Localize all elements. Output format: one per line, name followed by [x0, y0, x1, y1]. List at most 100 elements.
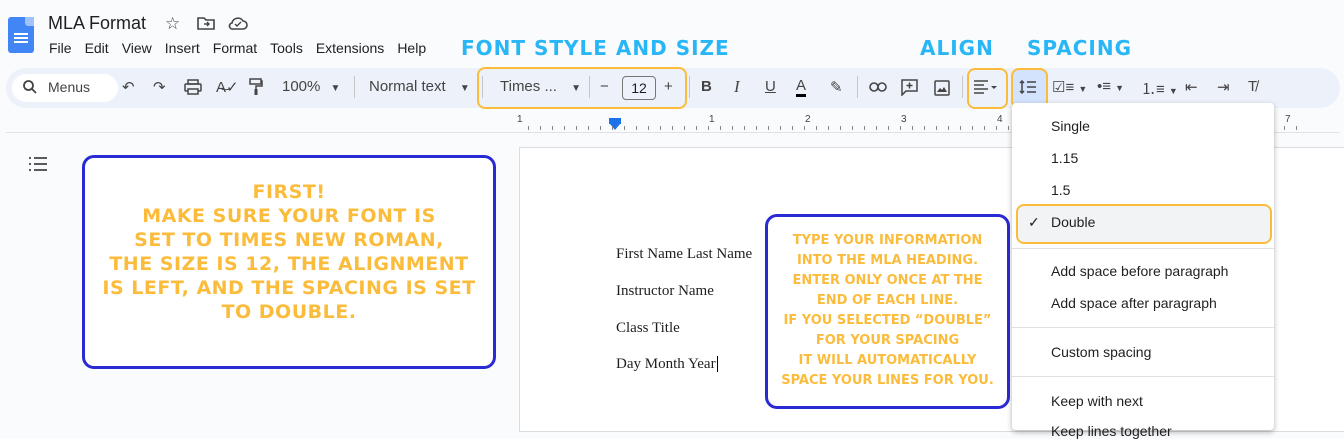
heading-class[interactable]: Class Title	[616, 320, 680, 337]
ruler-tick	[768, 126, 769, 130]
heading-instructor[interactable]: Instructor Name	[616, 283, 714, 300]
insert-link-icon[interactable]	[869, 80, 887, 97]
bulleted-list-icon[interactable]: •≡ ▼	[1097, 78, 1124, 95]
ruler-tick	[600, 126, 601, 130]
ruler-tick	[816, 126, 817, 130]
ruler-tick	[732, 126, 733, 130]
increase-font-size-button[interactable]: +	[664, 78, 673, 95]
checkmark-icon: ✓	[1028, 214, 1040, 230]
underline-button[interactable]: U	[765, 78, 776, 95]
toolbar-divider	[962, 76, 963, 98]
ruler-tick	[840, 126, 841, 130]
ruler-tick	[960, 126, 961, 130]
spacing-single-option[interactable]: Single	[1051, 118, 1090, 134]
toolbar-divider	[589, 76, 590, 98]
ruler-tick	[936, 126, 937, 130]
cloud-saved-icon[interactable]	[228, 15, 248, 35]
star-icon[interactable]: ☆	[165, 14, 180, 34]
callout-line: TYPE YOUR INFORMATION	[792, 233, 983, 248]
bold-button[interactable]: B	[701, 78, 712, 95]
undo-icon[interactable]: ↶	[122, 78, 135, 96]
clear-formatting-icon[interactable]: T̸	[1248, 78, 1257, 95]
ruler-tick	[900, 126, 901, 130]
docs-logo-icon[interactable]	[8, 17, 34, 53]
ruler-tick	[588, 126, 589, 130]
italic-button[interactable]: I	[734, 77, 740, 97]
add-space-before-option[interactable]: Add space before paragraph	[1051, 263, 1228, 279]
ruler-tick	[624, 126, 625, 130]
line-spacing-menu: Single 1.15 1.5 ✓ Double Add space befor…	[1012, 103, 1274, 439]
menu-divider	[1012, 327, 1274, 328]
menu-tools[interactable]: Tools	[270, 40, 303, 56]
callout-line: IT WILL AUTOMATICALLY	[798, 353, 977, 368]
decrease-font-size-button[interactable]: −	[600, 78, 609, 95]
callout-line: INTO THE MLA HEADING.	[796, 253, 979, 268]
add-space-after-option[interactable]: Add space after paragraph	[1051, 295, 1217, 311]
menu-view[interactable]: View	[122, 40, 152, 56]
ruler-tick	[576, 126, 577, 130]
ruler-tick	[636, 126, 637, 130]
callout-line: IF YOU SELECTED “DOUBLE”	[783, 313, 992, 328]
callout-line: MAKE SURE YOUR FONT IS	[142, 205, 436, 227]
ruler-tick	[780, 126, 781, 130]
numbered-list-icon[interactable]: ⒈≡ ▼	[1141, 78, 1178, 99]
ruler-tick	[1296, 126, 1297, 130]
outline-icon[interactable]	[28, 156, 48, 177]
ruler-tick	[648, 126, 649, 130]
insert-image-icon[interactable]	[934, 80, 950, 100]
instructions-callout: FIRST! MAKE SURE YOUR FONT IS SET TO TIM…	[82, 155, 496, 369]
font-size-input[interactable]: 12	[622, 76, 656, 100]
style-select[interactable]: Normal text ▼	[369, 78, 470, 95]
align-left-icon[interactable]	[973, 80, 999, 98]
font-select[interactable]: Times ... ▼	[500, 78, 581, 95]
ruler-tick	[1008, 126, 1009, 130]
menu-help[interactable]: Help	[397, 40, 426, 56]
ruler-tick	[696, 126, 697, 130]
document-title[interactable]: MLA Format	[48, 13, 146, 34]
heading-instructions-callout: TYPE YOUR INFORMATION INTO THE MLA HEADI…	[765, 214, 1010, 409]
callout-line: END OF EACH LINE.	[816, 293, 959, 308]
menu-insert[interactable]: Insert	[165, 40, 200, 56]
print-icon[interactable]	[184, 79, 202, 99]
insert-comment-icon[interactable]	[901, 79, 918, 100]
heading-name[interactable]: First Name Last Name	[616, 246, 752, 263]
keep-lines-together-option[interactable]: Keep lines together	[1051, 423, 1172, 439]
text-color-button[interactable]: A	[796, 78, 807, 97]
menu-edit[interactable]: Edit	[85, 40, 109, 56]
keep-with-next-option[interactable]: Keep with next	[1051, 393, 1143, 409]
checklist-icon[interactable]: ☑≡ ▼	[1052, 78, 1087, 96]
ruler-tick	[684, 126, 685, 130]
redo-icon[interactable]: ↷	[153, 78, 166, 96]
ruler-tick	[528, 126, 529, 130]
custom-spacing-option[interactable]: Custom spacing	[1051, 344, 1151, 360]
menu-format[interactable]: Format	[213, 40, 257, 56]
spacing-15-option[interactable]: 1.5	[1051, 182, 1070, 198]
move-folder-icon[interactable]	[197, 16, 215, 34]
callout-line: THE SIZE IS 12, THE ALIGNMENT	[109, 253, 469, 275]
line-spacing-icon[interactable]	[1019, 79, 1037, 98]
callout-line: FIRST!	[252, 181, 326, 203]
toolbar-divider	[354, 76, 355, 98]
spellcheck-icon[interactable]: A̶✓	[216, 78, 239, 96]
ruler-number: 4	[997, 114, 1003, 125]
ruler-tick	[672, 126, 673, 130]
increase-indent-icon[interactable]: ⇥	[1217, 78, 1230, 96]
highlight-pen-icon[interactable]: ✎	[830, 78, 843, 96]
ruler-tick	[984, 126, 985, 130]
text-cursor	[716, 356, 722, 372]
ruler-tick	[1284, 126, 1285, 130]
menu-divider	[1012, 376, 1274, 377]
ruler-tick	[852, 126, 853, 130]
ruler-number: 3	[901, 114, 907, 125]
zoom-select[interactable]: 100% ▼	[282, 78, 340, 95]
menu-extensions[interactable]: Extensions	[316, 40, 384, 56]
ruler-number: 1	[517, 114, 523, 125]
heading-date[interactable]: Day Month Year	[616, 356, 722, 373]
decrease-indent-icon[interactable]: ⇤	[1185, 78, 1198, 96]
paint-format-icon[interactable]	[249, 78, 263, 100]
callout-line: TO DOUBLE.	[221, 301, 357, 323]
spacing-115-option[interactable]: 1.15	[1051, 150, 1078, 166]
search-menus-button[interactable]: Menus	[12, 74, 118, 102]
menu-file[interactable]: File	[49, 40, 72, 56]
toolbar-divider	[857, 76, 858, 98]
